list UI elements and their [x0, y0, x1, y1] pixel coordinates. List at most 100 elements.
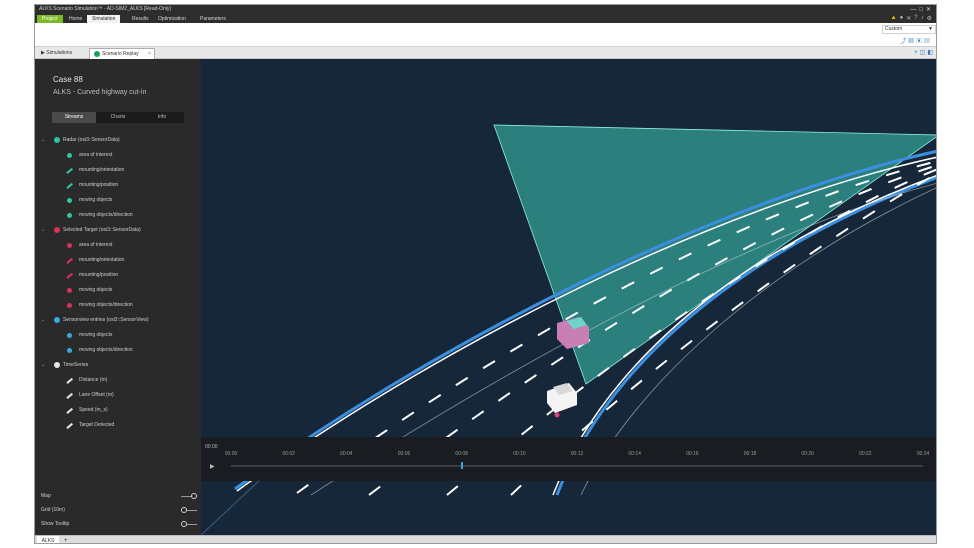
- save-icon[interactable]: ▣: [916, 39, 924, 45]
- close-icon[interactable]: ✕: [906, 15, 911, 22]
- tab-scenario-replay-label: Scenario Replay: [102, 51, 139, 57]
- tooltip-switch[interactable]: [181, 521, 197, 527]
- tab-charts[interactable]: Charts: [96, 112, 140, 123]
- chart-line-icon: [66, 377, 73, 384]
- timeline-tick-label: 00:06: [397, 451, 411, 457]
- tree-item[interactable]: Distance (m): [41, 373, 199, 388]
- map-switch[interactable]: [181, 493, 197, 499]
- play-icon[interactable]: ▶: [210, 463, 215, 470]
- ribbon-tab-home[interactable]: Home: [64, 15, 87, 23]
- tree-item[interactable]: mounting/position: [41, 178, 199, 193]
- user-icon[interactable]: ●: [900, 15, 904, 22]
- ribbon-bar: Custom ▼ ⤴▦▣▤: [35, 23, 936, 47]
- tree-item[interactable]: moving objects/direction: [41, 208, 199, 223]
- target-vehicle[interactable]: [557, 317, 589, 349]
- case-title: Case 88: [53, 75, 83, 84]
- tree-item-label: moving objects: [79, 332, 113, 338]
- direction-icon: [67, 303, 72, 308]
- tree-item[interactable]: Speed (m_s): [41, 403, 199, 418]
- radar-icon: [54, 137, 60, 143]
- moving-objects-icon: [67, 198, 72, 203]
- chevron-down-icon[interactable]: ⌄: [41, 223, 45, 238]
- settings-icon[interactable]: ⚙: [927, 15, 932, 22]
- tree-item[interactable]: Lane Offset (m): [41, 388, 199, 403]
- timeline-track[interactable]: [231, 465, 923, 467]
- tree-item-label: moving objects: [79, 197, 113, 203]
- tree-item[interactable]: area of interest: [41, 148, 199, 163]
- streams-panel: Case 88 ALKS - Curved highway cut-in Str…: [35, 59, 201, 535]
- tree-item-label: mounting/position: [79, 182, 119, 188]
- ribbon-tab-parameters[interactable]: Parameters: [195, 15, 231, 23]
- tree-item[interactable]: moving objects: [41, 193, 199, 208]
- tree-group-timeseries[interactable]: ⌄ TimeSeries: [41, 358, 199, 373]
- add-tab-button[interactable]: +: [64, 536, 68, 543]
- timeline-tick-label: 00:18: [743, 451, 757, 457]
- tree-item[interactable]: moving objects/direction: [41, 343, 199, 358]
- tree-item[interactable]: area of interest: [41, 238, 199, 253]
- tree-item-label: moving objects: [79, 287, 113, 293]
- tree-group-sensorview[interactable]: ⌄ Sensorview entries (osi3::SensorView): [41, 313, 199, 328]
- tab-scenario-replay[interactable]: Scenario Replay ×: [89, 48, 155, 59]
- window-controls: —□✕: [910, 6, 934, 13]
- layout-select[interactable]: Custom ▼: [882, 25, 936, 34]
- tab-simulations[interactable]: ▶ Simulations: [37, 48, 87, 59]
- chevron-down-icon[interactable]: ⌄: [41, 358, 45, 373]
- chevron-down-icon: ▼: [928, 26, 933, 32]
- tree-item-label: Lane Offset (m): [79, 392, 114, 398]
- tree-item-label: mounting/orientation: [79, 167, 125, 173]
- tree-item[interactable]: moving objects: [41, 328, 199, 343]
- tree-item-label: area of interest: [79, 242, 113, 248]
- target-icon: [54, 227, 60, 233]
- tree-item-label: Distance (m): [79, 377, 108, 383]
- ribbon-tab-simulation[interactable]: Simulation: [87, 15, 121, 23]
- export-icon[interactable]: ▤: [924, 39, 932, 45]
- toggle-label: Map: [41, 493, 51, 499]
- close-icon[interactable]: ✕: [926, 7, 934, 13]
- tab-streams[interactable]: Streams: [52, 112, 96, 123]
- ribbon-tab-optimization[interactable]: Optimization: [153, 15, 191, 23]
- bottom-doc-bar: ALKS +: [35, 535, 936, 543]
- timeline-tick-label: 00:08: [455, 451, 468, 457]
- tree-group-radar[interactable]: ⌄ Radar (osi3::SensorData): [41, 133, 199, 148]
- help-icon[interactable]: ?: [914, 15, 917, 22]
- timeline-tick-label: 00:16: [686, 451, 699, 457]
- bottom-tab-alks[interactable]: ALKS: [37, 536, 59, 543]
- timeline: 00:00 00:00 00:02 00:04 00:06 00:08 00:10 00:1…: [201, 437, 936, 481]
- ribbon-tab-project[interactable]: Project: [37, 15, 63, 23]
- replay-icon: [94, 50, 100, 57]
- tree-group-selected-target[interactable]: ⌄ Selected Target (osi3::SensorData): [41, 223, 199, 238]
- warning-icon[interactable]: ▲: [891, 15, 897, 22]
- minimize-icon[interactable]: —: [910, 7, 919, 13]
- tree-item[interactable]: Target Detected: [41, 418, 199, 433]
- tree-item[interactable]: moving objects/direction: [41, 298, 199, 313]
- stream-tree: ⌄ Radar (osi3::SensorData) area of inter…: [41, 133, 199, 433]
- link-icon[interactable]: ⤴: [900, 39, 908, 45]
- timeline-tick-label: 00:02: [282, 451, 295, 457]
- grid-switch[interactable]: [181, 507, 197, 513]
- maximize-icon[interactable]: □: [919, 7, 926, 13]
- tab-info[interactable]: Info: [140, 112, 184, 123]
- application-window: ALKS Scenario Simulation™ - AD-SIM2_ALKS…: [34, 4, 937, 544]
- sensorview-icon: [54, 317, 60, 323]
- timeline-tick-label: 00:14: [628, 451, 641, 457]
- timeline-tick-label: 00:22: [859, 451, 872, 457]
- split-icon[interactable]: ◧: [927, 50, 935, 56]
- tree-item[interactable]: mounting/orientation: [41, 253, 199, 268]
- timeline-cursor[interactable]: [460, 462, 463, 469]
- tree-item-label: moving objects/direction: [79, 212, 133, 218]
- case-subtitle: ALKS - Curved highway cut-in: [53, 89, 147, 96]
- chart-line-icon: [66, 407, 73, 414]
- grid-icon[interactable]: ▦: [908, 39, 916, 45]
- chevron-down-icon[interactable]: ⌄: [41, 313, 45, 328]
- toggle-grid: Grid (10m): [41, 503, 197, 517]
- tree-item[interactable]: moving objects: [41, 283, 199, 298]
- moving-objects-icon: [67, 288, 72, 293]
- map-edge-line: [201, 478, 262, 535]
- current-time: 00:00: [205, 444, 218, 450]
- tree-item-label: Speed (m_s): [79, 407, 108, 413]
- tree-item[interactable]: mounting/orientation: [41, 163, 199, 178]
- tree-item[interactable]: mounting/position: [41, 268, 199, 283]
- sound-icon[interactable]: ♪: [921, 15, 924, 22]
- ribbon-tab-results[interactable]: Results: [127, 15, 154, 23]
- chevron-down-icon[interactable]: ⌄: [41, 133, 45, 148]
